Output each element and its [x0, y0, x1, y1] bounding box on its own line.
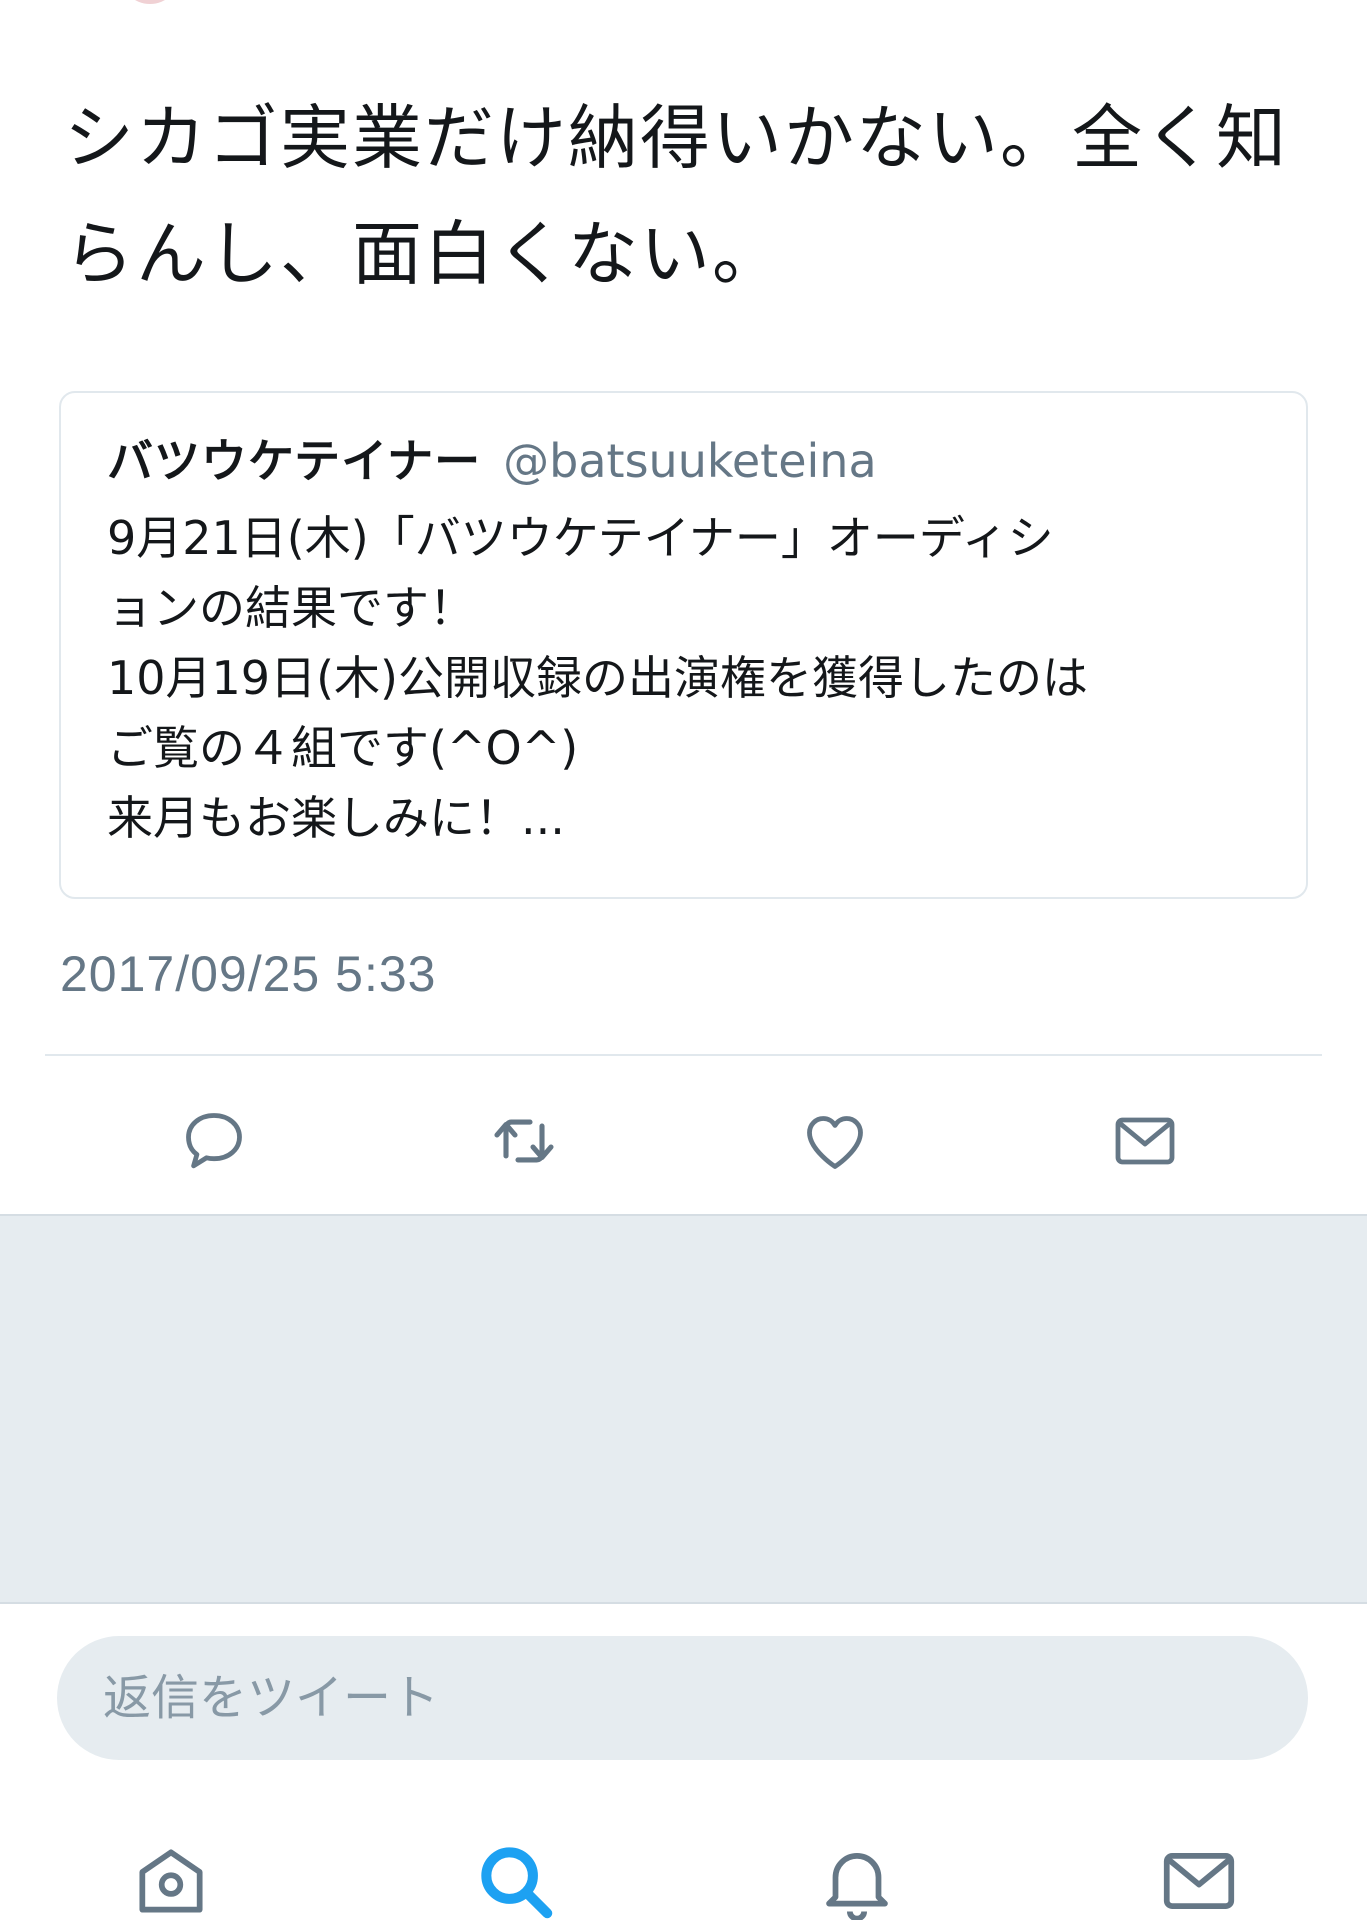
quoted-tweet-line: 9月21日(木)「バツウケテイナー」オーディシ	[107, 511, 1054, 565]
reply-input[interactable]	[57, 1636, 1308, 1760]
quoted-tweet-card[interactable]: バツウケテイナー @batsuuketeina 9月21日(木)「バツウケテイナ…	[59, 391, 1308, 899]
quoted-author-name: バツウケテイナー	[107, 434, 482, 488]
reply-button[interactable]	[174, 1101, 254, 1181]
quoted-tweet-line: ご覧の４組です(^O^)	[107, 721, 579, 775]
tab-home[interactable]	[126, 1838, 216, 1920]
quoted-tweet-line: 来月もお楽しみに！...	[107, 791, 565, 845]
quoted-author-handle: @batsuuketeina	[503, 434, 877, 488]
tab-search[interactable]	[470, 1838, 560, 1920]
bell-icon	[826, 1853, 888, 1920]
envelope-icon	[1163, 1853, 1235, 1909]
retweet-button[interactable]	[484, 1101, 564, 1181]
tab-messages[interactable]	[1154, 1838, 1244, 1920]
tweet-timestamp: 2017/09/25 5:33	[60, 946, 437, 1002]
avatar[interactable]	[120, 0, 180, 4]
bottom-tab-bar	[0, 1820, 1367, 1920]
quoted-tweet-text: 9月21日(木)「バツウケテイナー」オーディシ ョンの結果です！ 10月19日(…	[107, 503, 1267, 853]
tweet-action-bar	[0, 1056, 1367, 1214]
like-button[interactable]	[795, 1101, 875, 1181]
heart-icon	[807, 1116, 863, 1169]
quoted-tweet-line: 10月19日(木)公開収録の出演権を獲得したのは	[107, 651, 1088, 705]
tweet-text: シカゴ実業だけ納得いかない。全く知らんし、面白くない。	[64, 97, 1288, 295]
reply-icon	[186, 1113, 242, 1169]
direct-message-button[interactable]	[1105, 1101, 1185, 1181]
home-icon	[139, 1849, 203, 1913]
quoted-tweet-header: バツウケテイナー @batsuuketeina	[107, 431, 1262, 491]
retweet-icon	[494, 1119, 554, 1163]
search-icon	[481, 1847, 553, 1919]
empty-replies-area	[0, 1214, 1367, 1604]
envelope-icon	[1115, 1117, 1175, 1165]
quoted-tweet-line: ョンの結果です！	[107, 581, 475, 635]
tweet-detail-screen: シカゴ実業だけ納得いかない。全く知らんし、面白くない。 バツウケテイナー @ba…	[0, 0, 1367, 1920]
tab-notifications[interactable]	[812, 1838, 902, 1920]
